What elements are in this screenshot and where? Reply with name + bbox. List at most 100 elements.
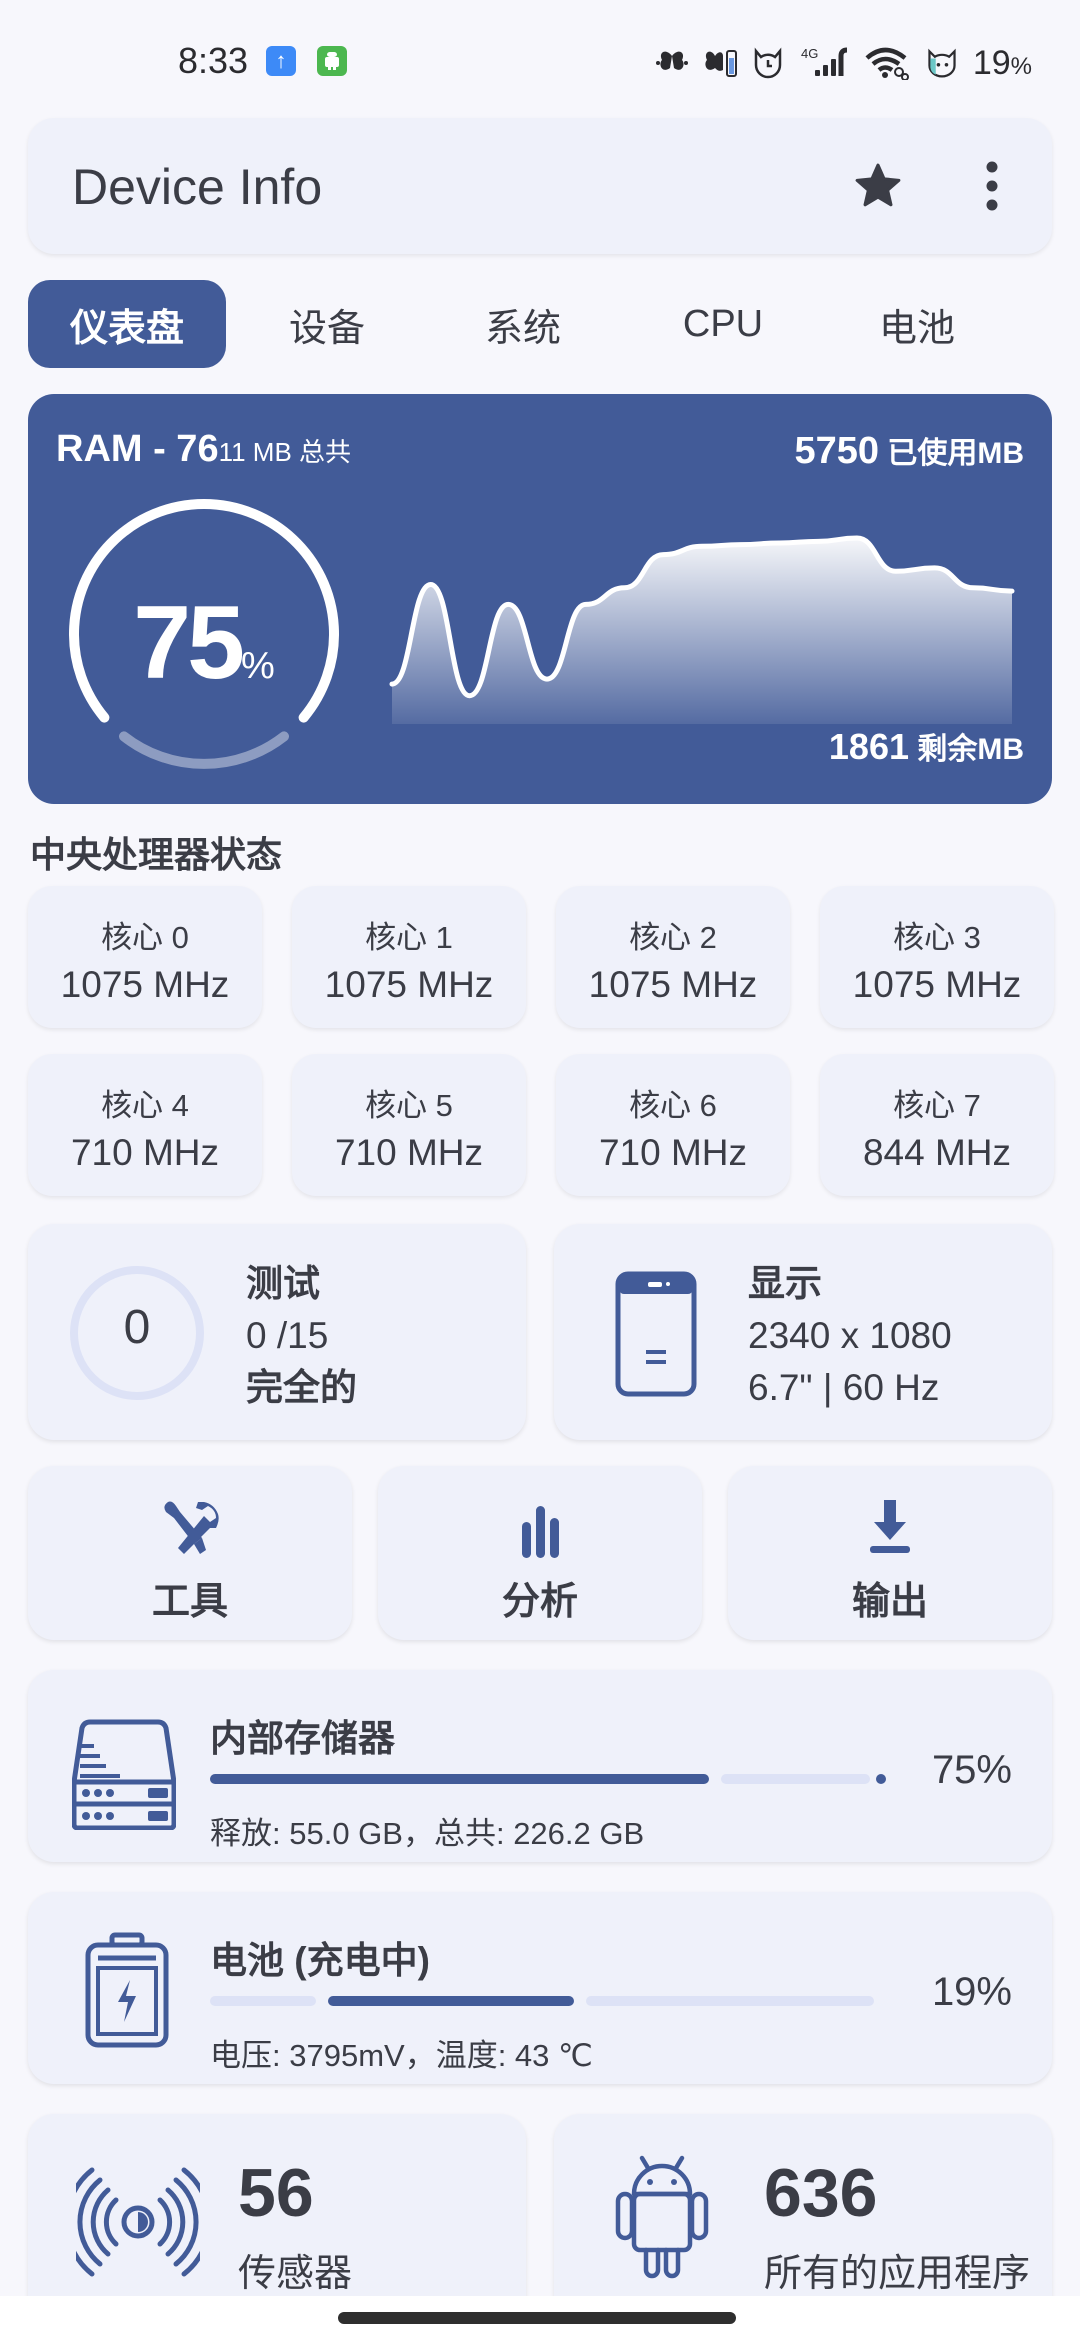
ram-percentage: 75%: [133, 585, 275, 701]
tab-battery[interactable]: 电池: [822, 280, 1012, 368]
core-name: 核心 3: [893, 920, 981, 955]
export-button[interactable]: 输出: [728, 1466, 1052, 1640]
home-gesture-handle[interactable]: [338, 2312, 736, 2324]
analysis-label: 分析: [501, 1581, 578, 1623]
core-card[interactable]: 核心 1 1075 MHz: [292, 886, 526, 1028]
ram-total: RAM - 7611 MB 总共: [56, 428, 352, 470]
tab-cpu[interactable]: CPU: [628, 280, 818, 368]
display-details: 6.7" | 60 Hz: [748, 1367, 940, 1408]
core-frequency: 844 MHz: [862, 1132, 1012, 1173]
ram-card[interactable]: RAM - 7611 MB 总共 5750 已使用MB 75% 1861 剩余M…: [28, 394, 1052, 804]
core-name: 核心 7: [893, 1088, 981, 1123]
tab-bar: 仪表盘 设备 系统 CPU 电池: [28, 280, 1052, 368]
tools-icon: [164, 1501, 219, 1554]
tests-info: 测试 0 /15 完全的: [246, 1258, 357, 1414]
core-frequency: 1075 MHz: [60, 964, 230, 1005]
storage-progress-fill: [210, 1774, 709, 1784]
ram-history-area: [392, 538, 1012, 724]
ram-history-chart: [389, 535, 1015, 724]
tab-device[interactable]: 设备: [232, 280, 422, 368]
android-icon: [615, 2155, 709, 2279]
ram-gauge-track: [119, 731, 289, 769]
core-name: 核心 6: [629, 1088, 717, 1123]
download-icon: [870, 1500, 910, 1553]
core-frequency: 1075 MHz: [852, 964, 1022, 1005]
battery-bar-segment: [210, 1996, 317, 2006]
display-card[interactable]: 显示 2340 x 1080 6.7" | 60 Hz: [554, 1224, 1052, 1440]
core-name: 核心 0: [101, 920, 189, 955]
tests-status: 完全的: [246, 1367, 357, 1408]
tab-system[interactable]: 系统: [428, 280, 618, 368]
app-bar: Device Info: [28, 118, 1052, 254]
core-frequency: 710 MHz: [334, 1132, 484, 1173]
ram-free: 1861 剩余MB: [828, 726, 1024, 767]
more-vert-icon: [986, 161, 998, 211]
status-indicators: 4G 19%: [655, 38, 1032, 88]
core-name: 核心 2: [629, 920, 717, 955]
core-card[interactable]: 核心 6 710 MHz: [556, 1054, 790, 1196]
app-title: Device Info: [72, 159, 323, 215]
core-card[interactable]: 核心 2 1075 MHz: [556, 886, 790, 1028]
display-info: 显示 2340 x 1080 6.7" | 60 Hz: [748, 1258, 952, 1414]
sensors-count: 56: [238, 2155, 314, 2231]
upload-notification-icon: ↑: [266, 46, 296, 76]
battery-bar-segment-active: [328, 1996, 574, 2006]
tools-label: 工具: [151, 1581, 228, 1623]
display-title: 显示: [748, 1263, 822, 1304]
cellular-signal-icon: 4G: [799, 46, 851, 80]
tests-card[interactable]: 0 测试 0 /15 完全的: [28, 1224, 526, 1440]
battery-percentage: 19%: [972, 43, 1032, 82]
android-notification-icon: [317, 46, 347, 76]
battery-charging-icon: [85, 1932, 169, 2048]
ram-used: 5750 已使用MB: [794, 430, 1024, 472]
export-label: 输出: [851, 1581, 928, 1623]
status-time: 8:33: [178, 40, 249, 81]
smartphone-icon: [615, 1271, 697, 1397]
bar-chart-icon: [522, 1506, 559, 1558]
core-name: 核心 5: [365, 1088, 453, 1123]
core-name: 核心 4: [101, 1088, 189, 1123]
core-frequency: 1075 MHz: [588, 964, 758, 1005]
sensors-label: 传感器: [238, 2253, 353, 2295]
core-frequency: 710 MHz: [598, 1132, 748, 1173]
storage-detail: 释放: 55.0 GB，总共: 226.2 GB: [210, 1816, 645, 1851]
tools-button[interactable]: 工具: [28, 1466, 352, 1640]
butterfly-icon: [655, 46, 689, 80]
status-bar: 8:33 ↑ 4G 19%: [0, 38, 1080, 88]
core-card[interactable]: 核心 7 844 MHz: [820, 1054, 1054, 1196]
core-card[interactable]: 核心 5 710 MHz: [292, 1054, 526, 1196]
tab-dashboard[interactable]: 仪表盘: [28, 280, 226, 368]
core-frequency: 1075 MHz: [324, 964, 494, 1005]
storage-title: 内部存储器: [210, 1718, 395, 1759]
battery-detail: 电压: 3795mV，温度: 43 ℃: [210, 2038, 593, 2073]
tests-progress: 0 /15: [246, 1315, 329, 1356]
storage-drive-icon: [72, 1719, 176, 1830]
battery-title: 电池 (充电中): [210, 1940, 430, 1981]
core-card[interactable]: 核心 0 1075 MHz: [28, 886, 262, 1028]
battery-percentage: 19%: [931, 1970, 1012, 2014]
core-name: 核心 1: [365, 920, 453, 955]
core-frequency: 710 MHz: [70, 1132, 220, 1173]
storage-percentage: 75%: [931, 1748, 1012, 1792]
core-card[interactable]: 核心 3 1075 MHz: [820, 886, 1054, 1028]
tests-count: 0: [123, 1301, 151, 1354]
battery-bar-segment: [585, 1996, 874, 2006]
storage-card[interactable]: 内部存储器 75% 释放: 55.0 GB，总共: 226.2 GB: [28, 1670, 1052, 1862]
svg-text:4G: 4G: [801, 46, 818, 61]
tests-title: 测试: [246, 1263, 320, 1304]
cpu-section-title: 中央处理器状态: [30, 834, 283, 875]
display-resolution: 2340 x 1080: [748, 1315, 952, 1356]
battery-card[interactable]: 电池 (充电中) 19% 电压: 3795mV，温度: 43 ℃: [28, 1892, 1052, 2084]
favorite-button[interactable]: [848, 156, 908, 216]
storage-progress-track: [721, 1774, 870, 1784]
butterfly-battery-icon: [703, 46, 737, 80]
sensors-icon: [76, 2167, 200, 2277]
apps-label: 所有的应用程序: [764, 2253, 1031, 2295]
analysis-button[interactable]: 分析: [378, 1466, 702, 1640]
cat-alarm-icon: [751, 46, 785, 80]
cat-battery-icon: [925, 46, 959, 80]
more-options-button[interactable]: [972, 156, 1012, 216]
apps-count: 636: [764, 2155, 878, 2231]
core-card[interactable]: 核心 4 710 MHz: [28, 1054, 262, 1196]
star-icon: [855, 163, 901, 207]
